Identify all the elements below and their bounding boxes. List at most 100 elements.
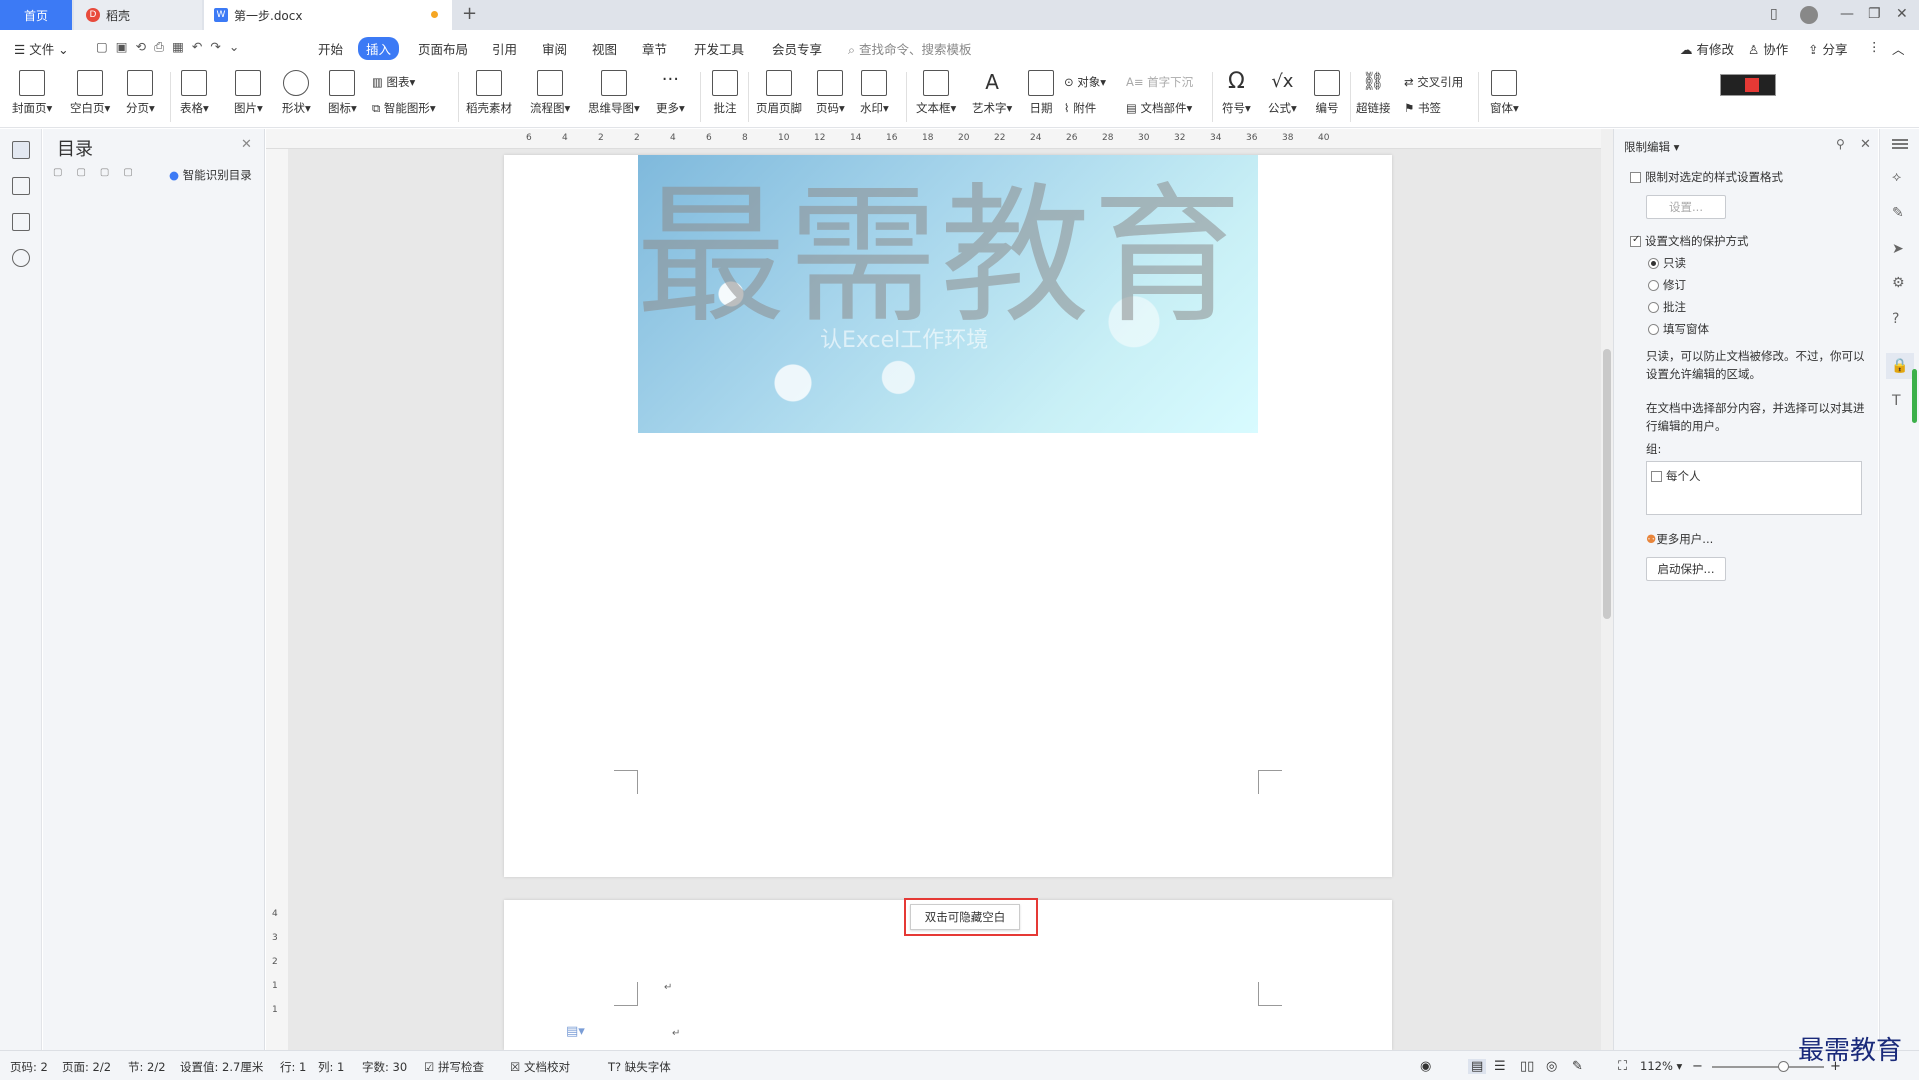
fit-page-icon[interactable]: ⛶ bbox=[1618, 1059, 1627, 1074]
status-row[interactable]: 行: 1 bbox=[280, 1059, 306, 1075]
watermark-button[interactable]: 水印▾ bbox=[860, 70, 889, 116]
menu-insert[interactable]: 插入 bbox=[358, 37, 400, 60]
pen-icon[interactable]: ✎ bbox=[1892, 205, 1904, 221]
hide-blank-tooltip[interactable]: 双击可隐藏空白 bbox=[910, 904, 1020, 930]
collaborate-button[interactable]: ♙ 协作 bbox=[1748, 39, 1788, 58]
everyone-checkbox[interactable]: 每个人 bbox=[1651, 468, 1701, 484]
status-wordcount[interactable]: 字数: 30 bbox=[362, 1059, 407, 1075]
textbox-button[interactable]: 文本框▾ bbox=[916, 70, 956, 116]
radio-revise[interactable]: 修订 bbox=[1648, 277, 1686, 293]
close-panel-icon[interactable]: ✕ bbox=[1860, 137, 1871, 152]
vertical-ruler[interactable]: 4 3 2 1 1 bbox=[266, 149, 288, 1050]
input-method-icon[interactable] bbox=[1720, 74, 1776, 96]
start-protection-button[interactable]: 启动保护... bbox=[1646, 557, 1726, 581]
status-page[interactable]: 页面: 2/2 bbox=[62, 1059, 111, 1075]
menu-view[interactable]: 视图 bbox=[592, 39, 617, 58]
adjust-icon[interactable]: ⚙ bbox=[1892, 275, 1905, 291]
pin-icon[interactable]: ⚲ bbox=[1836, 137, 1845, 151]
layout-icon[interactable]: ▯ bbox=[1770, 6, 1778, 22]
radio-form[interactable]: 填写窗体 bbox=[1648, 321, 1709, 337]
radio-readonly[interactable]: 只读 bbox=[1648, 255, 1686, 271]
menu-icon[interactable] bbox=[1892, 139, 1908, 141]
share-button[interactable]: ⇪ 分享 bbox=[1808, 39, 1847, 58]
zoom-slider-handle[interactable] bbox=[1778, 1061, 1789, 1072]
cover-page-button[interactable]: 封面页▾ bbox=[12, 70, 52, 116]
maximize-button[interactable]: ❐ bbox=[1868, 6, 1881, 22]
status-section[interactable]: 节: 2/2 bbox=[128, 1059, 166, 1075]
bookmark-button[interactable]: ⚑ 书签 bbox=[1404, 100, 1441, 116]
flowchart-button[interactable]: 流程图▾ bbox=[530, 70, 570, 116]
hyperlink-button[interactable]: ⛓ 超链接 bbox=[1356, 70, 1391, 116]
chapter-nav-icon[interactable] bbox=[12, 177, 30, 195]
file-menu[interactable]: ☰ 文件 ⌄ bbox=[14, 39, 69, 58]
page-view-icon[interactable]: ▤ bbox=[1468, 1059, 1487, 1074]
formula-button[interactable]: √x 公式▾ bbox=[1268, 70, 1297, 116]
blank-page-button[interactable]: 空白页▾ bbox=[70, 70, 110, 116]
bookmark-nav-icon[interactable] bbox=[12, 213, 30, 231]
text-icon[interactable]: T bbox=[1892, 393, 1901, 409]
find-nav-icon[interactable] bbox=[12, 249, 30, 267]
menu-chapter[interactable]: 章节 bbox=[642, 39, 667, 58]
menu-devtools[interactable]: 开发工具 bbox=[694, 39, 744, 58]
user-group-list[interactable]: 每个人 bbox=[1646, 461, 1862, 515]
minimize-button[interactable]: — bbox=[1840, 6, 1854, 22]
status-page-code[interactable]: 页码: 2 bbox=[10, 1059, 48, 1075]
tab-home[interactable]: 首页 bbox=[0, 0, 72, 30]
vertical-scrollbar[interactable] bbox=[1601, 129, 1613, 1050]
new-tab-button[interactable]: + bbox=[462, 3, 477, 24]
collapse-ribbon-icon[interactable]: ︿ bbox=[1892, 39, 1905, 58]
toc-tool-icons[interactable]: ▢▢▢▢ bbox=[53, 167, 147, 178]
wordart-button[interactable]: A 艺术字▾ bbox=[972, 70, 1012, 116]
toc-nav-icon[interactable] bbox=[12, 141, 30, 159]
zoom-out-button[interactable]: − bbox=[1692, 1059, 1703, 1074]
menu-start[interactable]: 开始 bbox=[318, 39, 343, 58]
chart-button[interactable]: ▥ 图表▾ bbox=[372, 74, 415, 90]
status-col[interactable]: 列: 1 bbox=[318, 1059, 344, 1075]
restrict-panel-title[interactable]: 限制编辑 ▾ bbox=[1624, 139, 1679, 155]
object-button[interactable]: ⊙ 对象▾ bbox=[1064, 74, 1106, 90]
symbol-button[interactable]: Ω 符号▾ bbox=[1222, 70, 1251, 116]
scrollbar-thumb[interactable] bbox=[1603, 349, 1611, 619]
settings-button[interactable]: 设置... bbox=[1646, 195, 1726, 219]
docpart-button[interactable]: ▤ 文档部件▾ bbox=[1126, 100, 1192, 116]
web-view-icon[interactable]: ◎ bbox=[1546, 1059, 1557, 1074]
menu-reference[interactable]: 引用 bbox=[492, 39, 517, 58]
read-view-icon[interactable]: ▯▯ bbox=[1520, 1059, 1534, 1074]
menu-layout[interactable]: 页面布局 bbox=[418, 39, 468, 58]
help-icon[interactable]: ? bbox=[1892, 311, 1899, 327]
status-setting[interactable]: 设置值: 2.7厘米 bbox=[180, 1059, 263, 1075]
has-changes-button[interactable]: ☁ 有修改 bbox=[1680, 39, 1734, 58]
menu-member[interactable]: 会员专享 bbox=[772, 39, 822, 58]
eye-protect-icon[interactable]: ◉ bbox=[1420, 1059, 1431, 1074]
outline-view-icon[interactable]: ☰ bbox=[1494, 1059, 1506, 1074]
select-icon[interactable]: ➤ bbox=[1892, 241, 1904, 257]
more-users-link[interactable]: ⚉更多用户... bbox=[1646, 531, 1713, 547]
smartart-button[interactable]: ⧉ 智能图形▾ bbox=[372, 100, 436, 116]
write-view-icon[interactable]: ✎ bbox=[1572, 1059, 1583, 1074]
lock-icon[interactable]: 🔒 bbox=[1886, 353, 1914, 379]
material-button[interactable]: 稻壳素材 bbox=[466, 70, 512, 116]
crossref-button[interactable]: ⇄ 交叉引用 bbox=[1404, 74, 1463, 90]
menu-review[interactable]: 审阅 bbox=[542, 39, 567, 58]
mindmap-button[interactable]: 思维导图▾ bbox=[588, 70, 640, 116]
date-button[interactable]: 日期 bbox=[1028, 70, 1054, 116]
comment-button[interactable]: 批注 bbox=[712, 70, 738, 116]
set-protection-checkbox[interactable]: ✓ 设置文档的保护方式 bbox=[1630, 233, 1749, 249]
limit-format-checkbox[interactable]: 限制对选定的样式设置格式 bbox=[1630, 169, 1783, 185]
radio-comment[interactable]: 批注 bbox=[1648, 299, 1686, 315]
attachment-button[interactable]: ⌇ 附件 bbox=[1064, 100, 1096, 116]
shape-button[interactable]: 形状▾ bbox=[282, 70, 311, 116]
spellcheck-button[interactable]: ☑ 拼写检查 bbox=[424, 1059, 484, 1075]
zoom-level[interactable]: 112% ▾ bbox=[1640, 1059, 1682, 1073]
tab-document[interactable]: W 第一步.docx bbox=[204, 0, 452, 30]
numbering-button[interactable]: 编号 bbox=[1314, 70, 1340, 116]
toc-close-icon[interactable]: ✕ bbox=[241, 137, 252, 152]
smart-toc-button[interactable]: ● 智能识别目录 bbox=[169, 167, 252, 183]
close-window-button[interactable]: ✕ bbox=[1896, 6, 1908, 22]
icon-button[interactable]: 图标▾ bbox=[328, 70, 357, 116]
more-button[interactable]: ··· 更多▾ bbox=[656, 70, 685, 116]
tab-daoke[interactable]: D 稻壳 bbox=[74, 0, 202, 30]
picture-button[interactable]: 图片▾ bbox=[234, 70, 263, 116]
missing-font-button[interactable]: T? 缺失字体 bbox=[608, 1059, 671, 1075]
style-icon[interactable]: ⟡ bbox=[1892, 169, 1901, 185]
